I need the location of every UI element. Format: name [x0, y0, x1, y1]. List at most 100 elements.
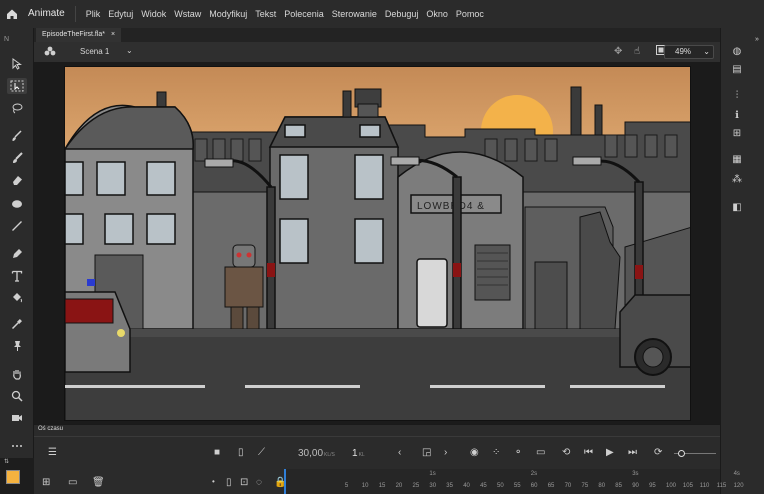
paint-brush-tool-icon[interactable]: [7, 150, 27, 166]
frame-rate[interactable]: 30,00KL/S: [298, 448, 335, 459]
pin-tool-icon[interactable]: [7, 338, 27, 354]
loop-icon[interactable]: ⟲: [562, 447, 570, 458]
menu-modyfikuj[interactable]: Modyfikuj: [205, 0, 251, 28]
onion-skin-icon[interactable]: ◉: [470, 447, 479, 458]
edit-multiple-frames-icon[interactable]: ⁘: [492, 447, 500, 458]
onion-outlines-icon[interactable]: ⚬: [514, 447, 522, 458]
current-frame[interactable]: 1KL: [352, 448, 365, 459]
line-tool-icon[interactable]: [7, 218, 27, 234]
new-folder-icon[interactable]: ▭: [68, 477, 77, 488]
highlight-icon[interactable]: •: [212, 477, 215, 486]
zoom-value: 49%: [675, 47, 692, 56]
menu-debuguj[interactable]: Debuguj: [381, 0, 423, 28]
layers-icon[interactable]: ☰: [48, 447, 57, 458]
more-tools-icon[interactable]: [7, 438, 27, 454]
properties-icon[interactable]: ◍: [729, 44, 745, 58]
oval-tool-icon[interactable]: [7, 196, 27, 212]
stage-center-icon[interactable]: ☝: [634, 46, 640, 57]
menu-edytuj[interactable]: Edytuj: [104, 0, 137, 28]
ruler-frame-label: 15: [378, 483, 386, 489]
ruler-frame-label: 100: [666, 483, 677, 489]
frame-picker-icon[interactable]: ◧: [729, 200, 745, 214]
selection-tool-icon[interactable]: [7, 56, 27, 72]
document-tab[interactable]: EpisodeTheFirst.fla* ×: [36, 28, 122, 42]
camera-tool-icon[interactable]: [7, 410, 27, 426]
info-icon[interactable]: ℹ: [729, 108, 745, 122]
ruler-frame-label: 10: [361, 483, 369, 489]
scene-name[interactable]: Scena 1: [80, 47, 109, 56]
swap-colors-icon[interactable]: ⇅: [4, 458, 9, 465]
panel-collapse-icon[interactable]: N: [4, 36, 9, 43]
ruler-frame-label: 70: [564, 483, 572, 489]
text-tool-icon[interactable]: [7, 268, 27, 284]
hand-tool-icon[interactable]: [7, 366, 27, 382]
ruler-frame-label: 115: [716, 483, 727, 489]
scene-icon[interactable]: [44, 46, 56, 60]
menu-polecenia[interactable]: Polecenia: [280, 0, 328, 28]
frames-icon[interactable]: ▭: [536, 447, 545, 458]
menu-plik[interactable]: Plik: [82, 0, 105, 28]
collapse-panel-icon[interactable]: »: [749, 32, 764, 46]
slider-handle[interactable]: [678, 450, 685, 457]
ruler-frame-label: 120: [733, 483, 744, 489]
brush-tool-icon[interactable]: [7, 128, 27, 144]
right-car: [619, 294, 690, 376]
chevron-left-icon[interactable]: ‹: [398, 447, 401, 458]
ruler-frame-label: 20: [395, 483, 403, 489]
zoom-tool-icon[interactable]: [7, 388, 27, 404]
menu-divider: [74, 6, 76, 22]
camera-icon[interactable]: ■: [214, 447, 220, 458]
menu-pomoc[interactable]: Pomoc: [452, 0, 488, 28]
color-icon[interactable]: ⁂: [729, 172, 745, 186]
menu-wstaw[interactable]: Wstaw: [170, 0, 205, 28]
lasso-tool-icon[interactable]: [7, 100, 27, 116]
home-icon[interactable]: [0, 0, 24, 28]
show-parenting-icon[interactable]: ▯: [226, 477, 232, 488]
pasteboard: LOWBRD4 &: [34, 62, 720, 424]
chevron-down-icon: ⌄: [703, 47, 710, 56]
pen-tool-icon[interactable]: [7, 246, 27, 262]
menu-tekst[interactable]: Tekst: [251, 0, 280, 28]
insert-keyframe-icon[interactable]: ◲: [422, 447, 431, 458]
layer-depth-icon[interactable]: ▯: [238, 447, 244, 458]
ruler-frame-label: 80: [598, 483, 606, 489]
frame-rate-value: 30,00: [298, 448, 324, 459]
menu-sterowanie[interactable]: Sterowanie: [328, 0, 381, 28]
graph-icon[interactable]: ⟋: [258, 447, 265, 458]
subselection-tool-icon[interactable]: [7, 78, 27, 94]
delete-layer-icon[interactable]: 🗑: [92, 477, 105, 488]
close-tab-icon[interactable]: ×: [111, 28, 115, 42]
document-tab-bar: EpisodeTheFirst.fla* ×: [34, 28, 720, 42]
fill-color-swatch[interactable]: [6, 470, 20, 484]
timeline-zoom-slider[interactable]: [674, 450, 716, 457]
swatches-icon[interactable]: ▦: [729, 152, 745, 166]
playhead[interactable]: [284, 469, 286, 494]
frame-ruler[interactable]: 5 10 15 20 25 30 35 40 45 50 55 60 65 70 75 80 85 90 95 100…: [284, 469, 744, 494]
last-frame-icon[interactable]: ⏭: [628, 447, 637, 458]
new-layer-icon[interactable]: ⊞: [42, 477, 50, 488]
timeline-panel: Oś czasu ☰ ■ ▯ ⟋ 30,00KL/S 1KL ‹ ◲ › ◉ ⁘…: [34, 424, 744, 494]
transform-icon[interactable]: ⊞: [729, 126, 745, 140]
tools-panel: N: [0, 28, 34, 458]
symbol-icon[interactable]: ✥: [614, 46, 622, 57]
visibility-icon[interactable]: ◌: [256, 477, 262, 488]
library-icon[interactable]: ▤: [729, 62, 745, 76]
eraser-tool-icon[interactable]: [7, 172, 27, 188]
first-frame-icon[interactable]: ⏮: [584, 447, 593, 458]
align-icon[interactable]: ⫶: [729, 88, 745, 102]
ruler-frame-label: 60: [530, 483, 538, 489]
play-icon[interactable]: ▶: [606, 447, 614, 458]
chevron-right-icon[interactable]: ›: [444, 447, 447, 458]
ruler-frame-label: 90: [632, 483, 639, 489]
menu-okno[interactable]: Okno: [422, 0, 452, 28]
stage-canvas[interactable]: LOWBRD4 &: [64, 66, 691, 421]
outline-icon[interactable]: ⊡: [240, 477, 248, 488]
menu-widok[interactable]: Widok: [137, 0, 170, 28]
chevron-down-icon[interactable]: ⌄: [126, 46, 133, 55]
sync-icon[interactable]: ⟳: [654, 447, 662, 458]
paint-bucket-tool-icon[interactable]: [7, 290, 27, 306]
app-name: Animate: [28, 8, 65, 19]
ruler-frame-label: 35: [446, 483, 453, 489]
eyedropper-tool-icon[interactable]: [7, 316, 27, 332]
zoom-select[interactable]: 49% ⌄: [664, 45, 714, 59]
